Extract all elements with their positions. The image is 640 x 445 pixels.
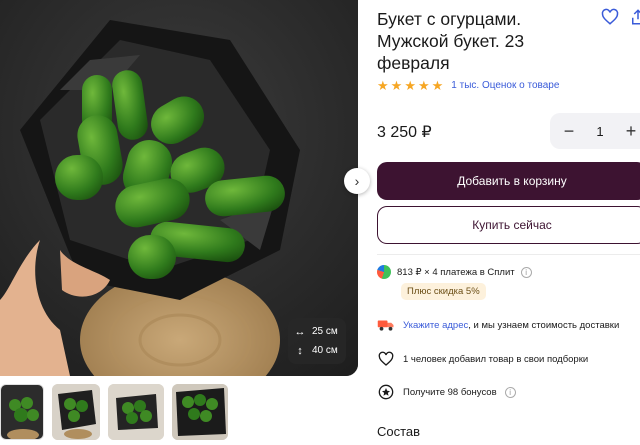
star-icon: ★	[404, 78, 416, 93]
share-icon[interactable]	[629, 8, 640, 26]
thumbnail-strip	[0, 384, 228, 440]
heart-outline-icon	[377, 350, 395, 368]
star-icon: ★	[390, 78, 403, 93]
buy-now-button[interactable]: Купить сейчас	[377, 206, 640, 244]
add-to-cart-button[interactable]: Добавить в корзину	[377, 162, 640, 200]
bonus-text: Получите 98 бонусов	[403, 386, 497, 398]
heart-outline-icon-svg	[378, 351, 394, 366]
dimension-height-row: ↕ 40 см	[294, 345, 340, 357]
dimensions-badge: ↔ 25 см ↕ 40 см	[288, 318, 346, 364]
bonus-row: Получите 98 бонусов i	[377, 383, 516, 401]
product-info-panel: Букет с огурцами. Мужской букет. 23 февр…	[377, 0, 640, 445]
rating-row: ★ ★ ★ ★ ★ 1 тыс. Оценок о товаре	[377, 79, 559, 92]
truck-icon	[377, 316, 395, 334]
share-icon-svg	[632, 9, 640, 25]
star-icon: ★	[431, 78, 444, 93]
thumbnail-4-image	[172, 384, 228, 440]
thumbnail-1-image	[1, 385, 43, 439]
dimension-height: 40 см	[312, 345, 338, 356]
thumbnail-2[interactable]	[52, 384, 100, 440]
decrease-quantity-button[interactable]: −	[560, 121, 578, 142]
reviews-link[interactable]: 1 тыс. Оценок о товаре	[451, 80, 559, 91]
info-icon[interactable]: i	[520, 266, 532, 278]
thumbnail-1[interactable]	[0, 384, 44, 440]
main-product-photo[interactable]: ↔ 25 см ↕ 40 см	[0, 0, 358, 376]
chevron-right-icon: ›	[354, 173, 360, 189]
favorites-note: 1 человек добавил товар в свои подборки	[403, 353, 589, 365]
split-discount-badge: Плюс скидка 5%	[401, 283, 486, 300]
dimension-width: 25 см	[312, 326, 338, 337]
bonus-icon	[377, 383, 395, 401]
product-gallery: ↔ 25 см ↕ 40 см ›	[0, 0, 370, 445]
composition-heading: Состав	[377, 424, 421, 439]
product-price: 3 250 ₽	[377, 124, 432, 141]
thumbnail-4[interactable]	[172, 384, 228, 440]
product-title: Букет с огурцами. Мужской букет. 23 февр…	[377, 9, 525, 73]
split-payment-text: 813 ₽ × 4 платежа в Сплит	[397, 266, 515, 278]
truck-icon-svg	[377, 320, 394, 331]
thumbnail-3-image	[108, 384, 164, 440]
increase-quantity-button[interactable]: +	[622, 121, 640, 142]
horizontal-arrows-icon: ↔	[294, 325, 306, 338]
vertical-arrows-icon: ↕	[297, 344, 303, 357]
delivery-row: Укажите адрес, и мы узнаем стоимость дос…	[377, 316, 619, 334]
thumbnail-3[interactable]	[108, 384, 164, 440]
favorites-row: 1 человек добавил товар в свои подборки	[377, 350, 588, 368]
info-icon[interactable]: i	[504, 386, 516, 398]
divider	[377, 254, 640, 255]
star-icon: ★	[377, 78, 389, 93]
next-photo-button[interactable]: ›	[344, 168, 370, 194]
delivery-note: , и мы узнаем стоимость доставки	[468, 319, 620, 331]
split-logo-icon	[377, 265, 391, 279]
delivery-text: Укажите адрес, и мы узнаем стоимость дос…	[403, 320, 619, 331]
specify-address-link[interactable]: Укажите адрес	[403, 320, 468, 331]
quantity-value: 1	[596, 123, 604, 139]
heart-icon-svg	[601, 8, 619, 25]
thumbnail-2-image	[52, 384, 100, 440]
split-payment-row: 813 ₽ × 4 платежа в Сплит i	[377, 265, 532, 279]
quantity-stepper: − 1 +	[550, 113, 640, 149]
bonus-icon-svg	[378, 384, 394, 400]
heart-icon[interactable]	[601, 8, 619, 26]
dimension-width-row: ↔ 25 см	[294, 326, 340, 338]
star-icon: ★	[417, 78, 430, 93]
